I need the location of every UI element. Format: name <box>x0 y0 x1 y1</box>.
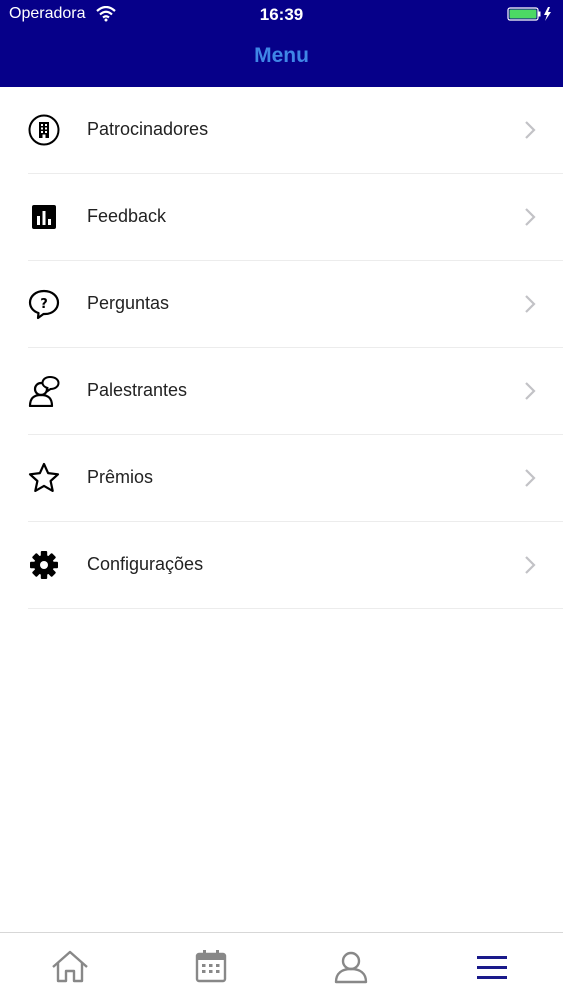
question-bubble-icon: ? <box>28 289 60 320</box>
menu-item-label: Configurações <box>87 554 204 574</box>
status-bar: Operadora 16:39 <box>0 0 563 30</box>
menu-item-label: Perguntas <box>87 293 170 313</box>
home-icon <box>52 950 88 983</box>
menu-item-label: Feedback <box>87 206 167 226</box>
menu-list: Patrocinadores Feedback ? Perguntas Pale… <box>0 87 563 609</box>
calendar-icon <box>195 950 227 983</box>
tab-calendar[interactable] <box>191 947 231 987</box>
status-time: 16:39 <box>259 5 304 24</box>
chevron-right-icon <box>525 469 536 487</box>
menu-item-premios[interactable]: Prêmios <box>28 435 563 522</box>
chevron-right-icon <box>525 295 536 313</box>
profile-icon <box>334 951 368 984</box>
page-title: Menu <box>254 44 309 67</box>
hamburger-menu-icon <box>477 956 507 979</box>
tab-bar <box>0 932 563 1001</box>
menu-item-feedback[interactable]: Feedback <box>28 174 563 261</box>
tab-profile[interactable] <box>331 947 371 987</box>
chevron-right-icon <box>525 208 536 226</box>
tab-menu[interactable] <box>472 947 512 987</box>
menu-item-label: Patrocinadores <box>87 119 209 139</box>
menu-item-configuracoes[interactable]: Configurações <box>28 522 563 609</box>
svg-text:?: ? <box>40 297 48 312</box>
gear-icon <box>30 551 58 579</box>
speaker-icon <box>28 375 60 407</box>
menu-item-label: Palestrantes <box>87 380 188 400</box>
building-icon <box>28 114 60 146</box>
star-icon <box>28 462 60 492</box>
chevron-right-icon <box>525 121 536 139</box>
chevron-right-icon <box>525 556 536 574</box>
navigation-header: Operadora 16:39 Menu <box>0 0 563 87</box>
menu-item-palestrantes[interactable]: Palestrantes <box>28 348 563 435</box>
menu-item-patrocinadores[interactable]: Patrocinadores <box>28 87 563 174</box>
bar-chart-icon <box>32 205 56 229</box>
menu-item-label: Prêmios <box>87 467 154 487</box>
battery-icon <box>507 7 551 21</box>
menu-item-perguntas[interactable]: ? Perguntas <box>28 261 563 348</box>
chevron-right-icon <box>525 382 536 400</box>
tab-home[interactable] <box>50 947 90 987</box>
